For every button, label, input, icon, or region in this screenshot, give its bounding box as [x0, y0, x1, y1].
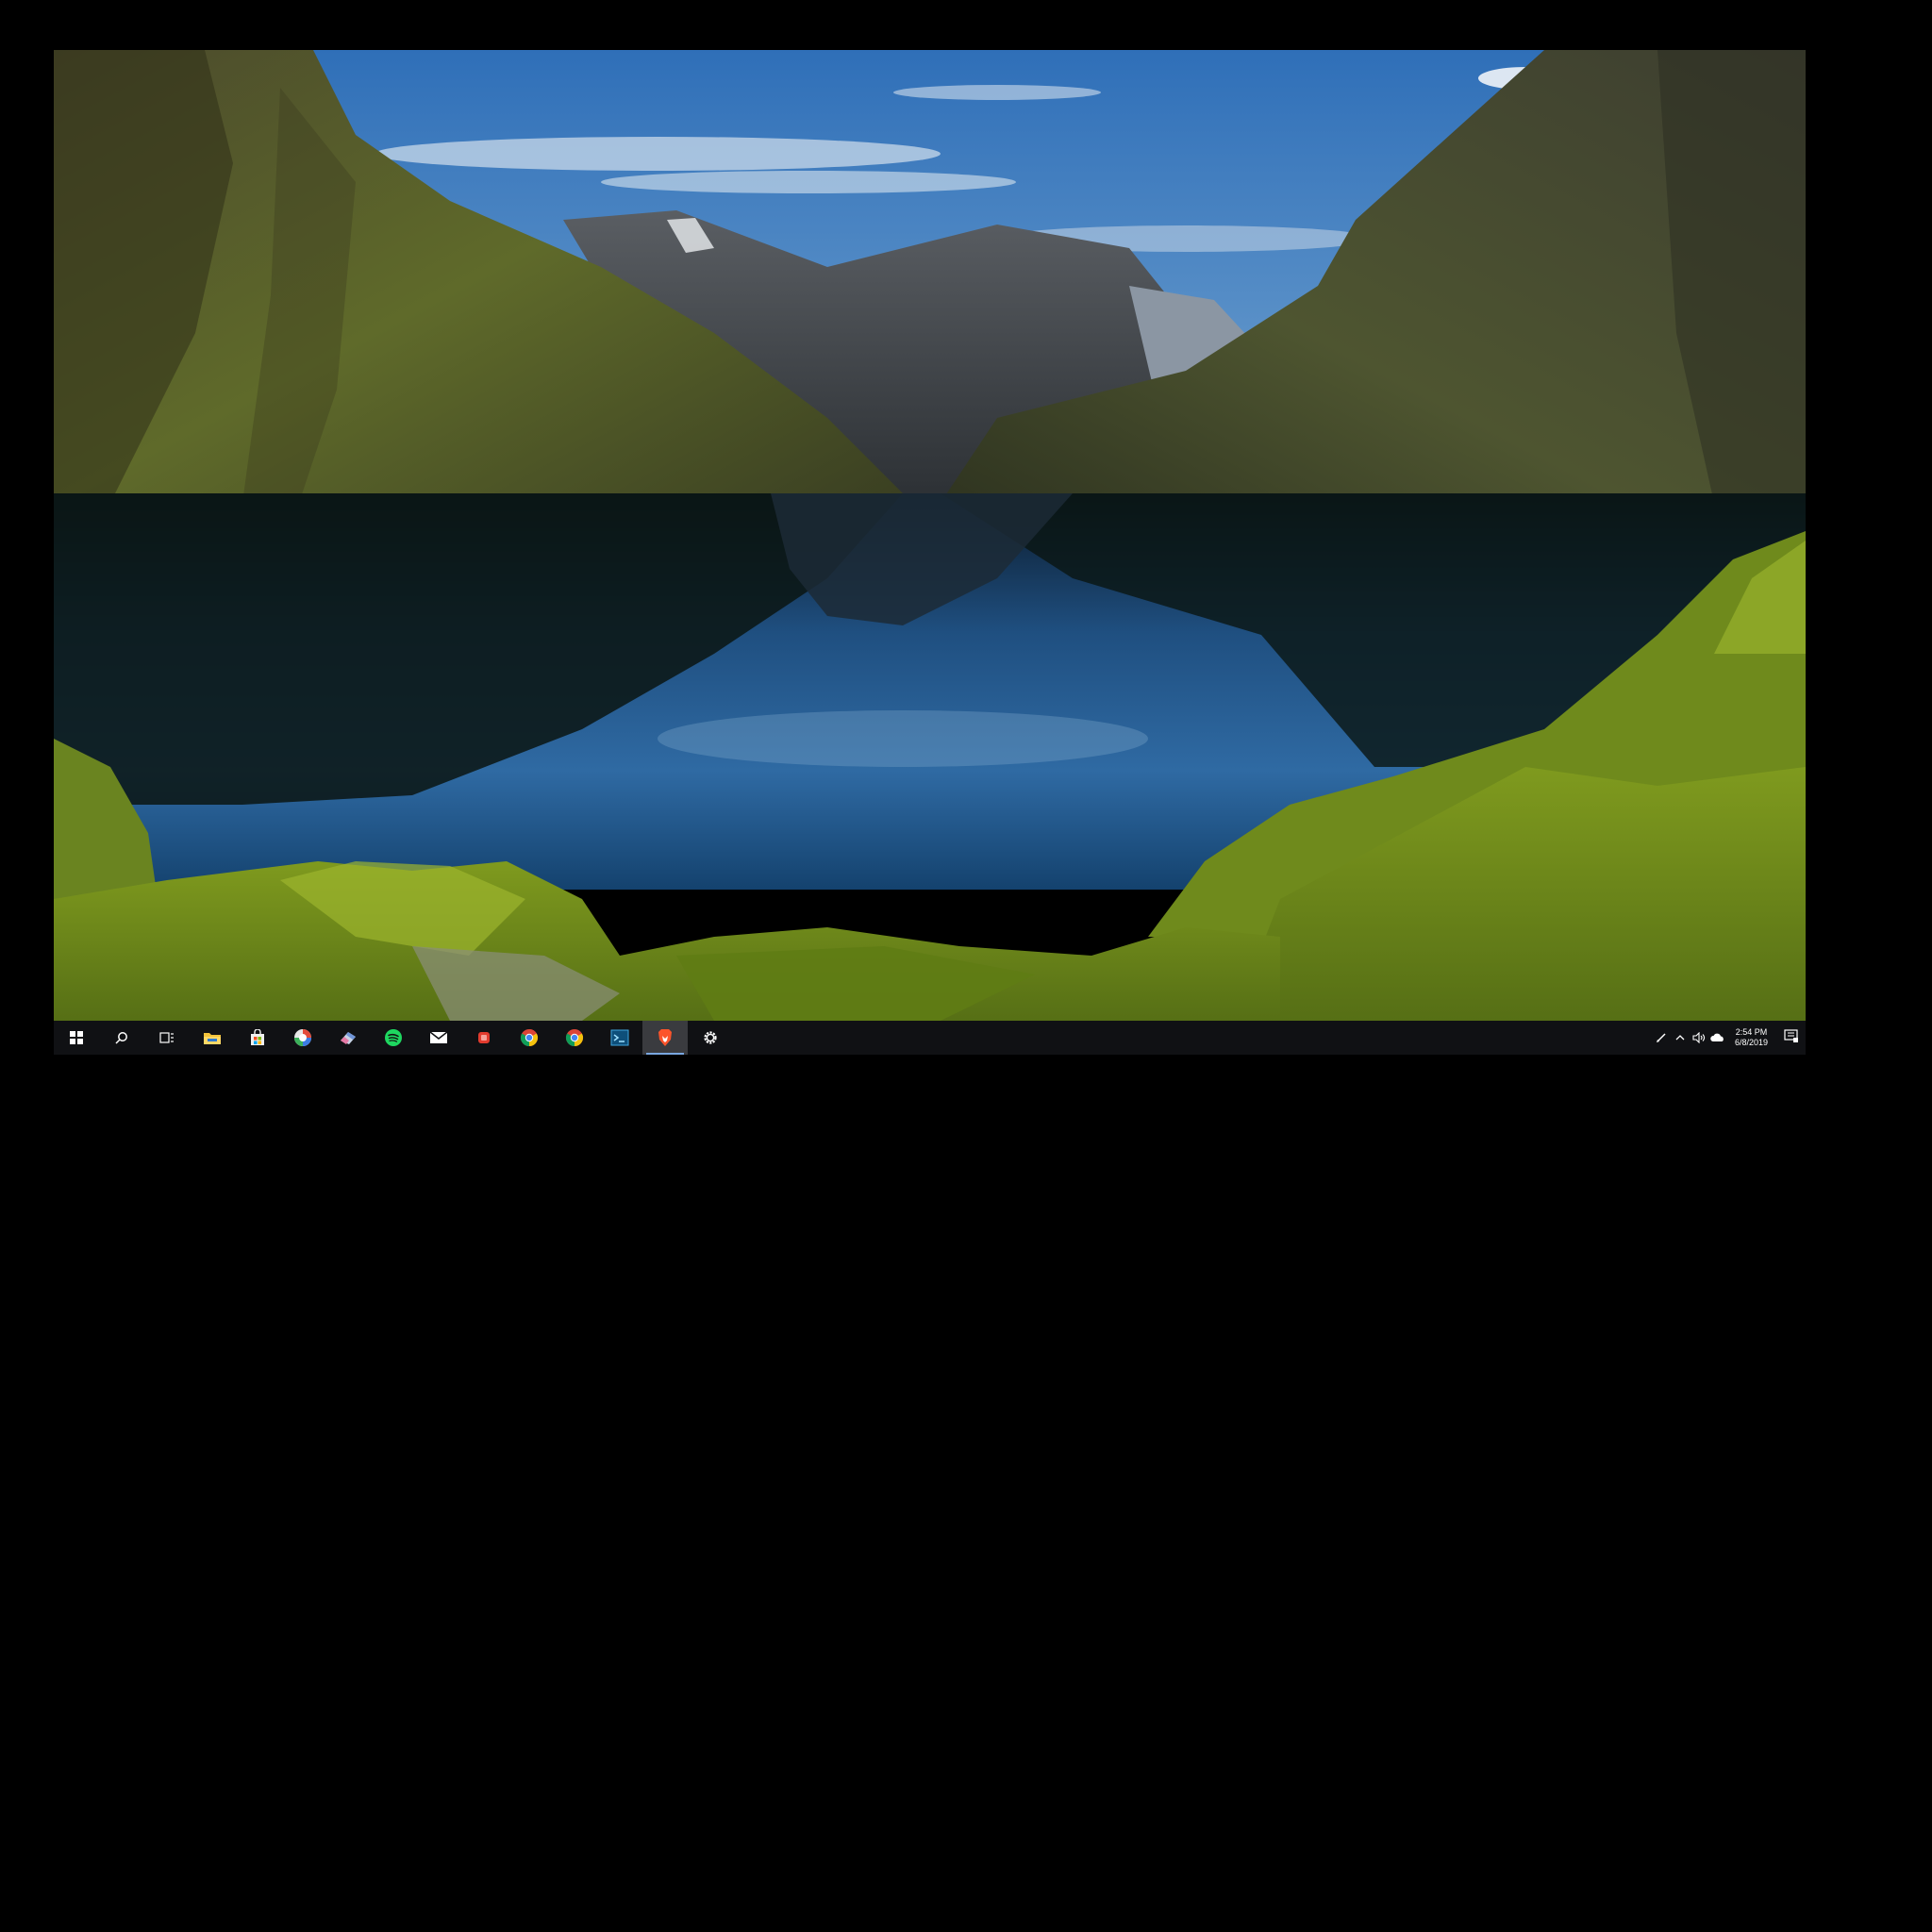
spotify-icon — [384, 1028, 403, 1047]
search-button[interactable] — [99, 1021, 144, 1055]
action-center-button[interactable] — [1777, 1021, 1806, 1055]
eraser-icon — [339, 1029, 358, 1046]
colorful-circle-icon — [293, 1028, 312, 1047]
brave-button[interactable] — [642, 1021, 688, 1055]
pen-icon[interactable] — [1652, 1021, 1671, 1055]
chevron-up-icon[interactable] — [1671, 1021, 1690, 1055]
app-button-red[interactable] — [461, 1021, 507, 1055]
gear-icon — [702, 1029, 719, 1046]
store-bag-icon — [249, 1029, 266, 1046]
chrome-button-2[interactable] — [552, 1021, 597, 1055]
system-tray: 2:54 PM 6/8/2019 — [1652, 1021, 1806, 1055]
settings-button[interactable] — [688, 1021, 733, 1055]
mail-button[interactable] — [416, 1021, 461, 1055]
clock-time: 2:54 PM — [1735, 1027, 1768, 1037]
desktop-screen: 2:54 PM 6/8/2019 — [54, 50, 1806, 1055]
search-icon — [115, 1031, 128, 1044]
terminal-icon — [610, 1029, 629, 1046]
cloud-icon[interactable] — [1708, 1021, 1727, 1055]
spotify-button[interactable] — [371, 1021, 416, 1055]
task-view-icon — [159, 1031, 175, 1044]
app-button-2[interactable] — [325, 1021, 371, 1055]
windows-logo-icon — [70, 1031, 83, 1044]
mail-icon — [429, 1030, 448, 1045]
red-app-icon — [475, 1029, 492, 1046]
task-view-button[interactable] — [144, 1021, 190, 1055]
file-explorer-button[interactable] — [190, 1021, 235, 1055]
brave-lion-icon — [657, 1028, 674, 1047]
app-button-1[interactable] — [280, 1021, 325, 1055]
desktop-wallpaper — [54, 50, 1806, 1021]
action-center-icon — [1784, 1028, 1799, 1048]
taskbar: 2:54 PM 6/8/2019 — [54, 1021, 1806, 1055]
clock-date: 6/8/2019 — [1734, 1038, 1768, 1047]
terminal-button[interactable] — [597, 1021, 642, 1055]
speaker-icon[interactable] — [1690, 1021, 1708, 1055]
chrome-icon — [565, 1028, 584, 1047]
folder-icon — [203, 1030, 222, 1045]
start-button[interactable] — [54, 1021, 99, 1055]
system-clock[interactable]: 2:54 PM 6/8/2019 — [1727, 1021, 1777, 1055]
store-button[interactable] — [235, 1021, 280, 1055]
chrome-button-1[interactable] — [507, 1021, 552, 1055]
chrome-icon — [520, 1028, 539, 1047]
